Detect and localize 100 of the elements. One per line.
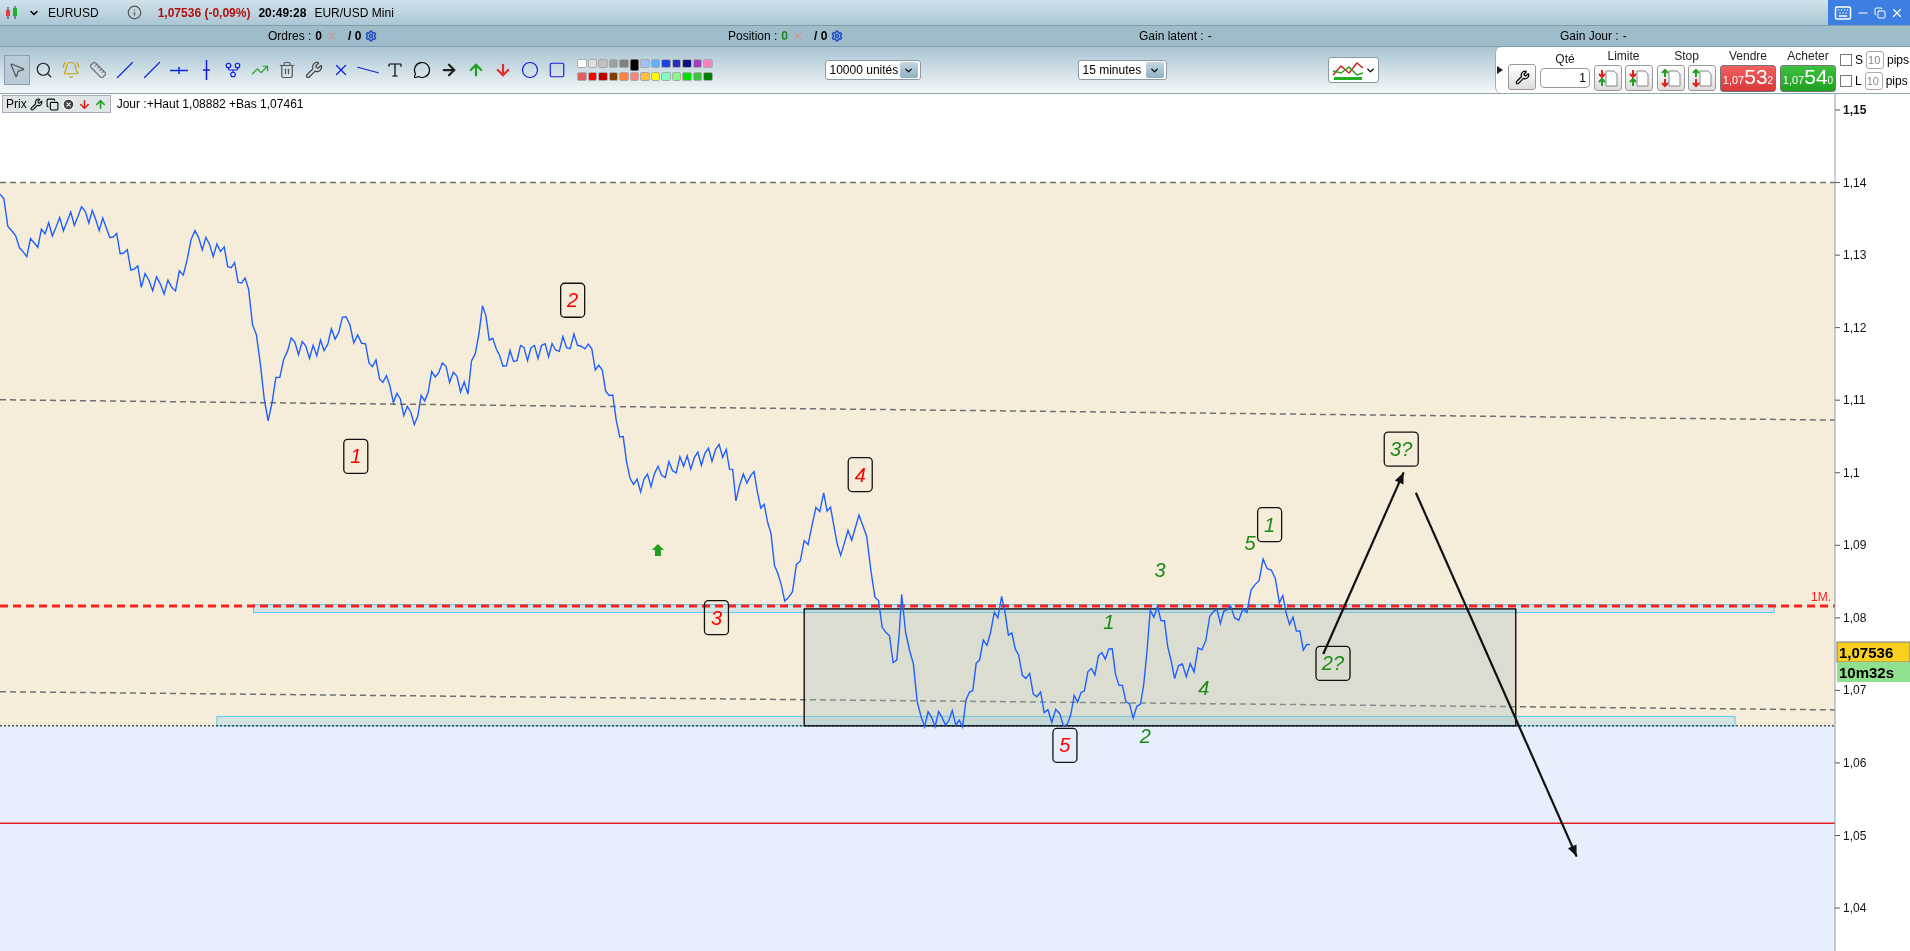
info-icon[interactable] bbox=[126, 5, 142, 20]
axis-tick-label: 1,07 bbox=[1843, 683, 1867, 698]
status-total: / 0 bbox=[348, 29, 362, 43]
color-swatch[interactable] bbox=[577, 59, 587, 68]
pointer-icon bbox=[8, 61, 26, 79]
color-swatch[interactable] bbox=[629, 59, 639, 71]
color-swatch[interactable] bbox=[703, 72, 713, 81]
axis-tick-label: 1,14 bbox=[1843, 175, 1867, 190]
axis-tick-label: 1,15 bbox=[1843, 103, 1867, 117]
wave-label: 5 bbox=[1244, 531, 1256, 554]
color-swatch[interactable] bbox=[671, 72, 681, 81]
quantity-select[interactable]: 10000 unités bbox=[824, 60, 921, 80]
status-label: Gain Jour : bbox=[1560, 29, 1619, 43]
wave-label: 4 bbox=[847, 456, 873, 493]
ruler-icon bbox=[89, 61, 107, 79]
arrow-down-icon[interactable] bbox=[77, 97, 91, 111]
day-range-info: Jour :+Haut 1,08882 +Bas 1,07461 bbox=[116, 97, 304, 111]
color-swatch[interactable] bbox=[703, 59, 713, 68]
color-swatch[interactable] bbox=[598, 72, 608, 81]
color-swatch[interactable] bbox=[682, 59, 692, 68]
text-icon bbox=[386, 61, 404, 79]
status-total: / 0 bbox=[814, 29, 828, 43]
limit-order-button[interactable] bbox=[1625, 65, 1653, 91]
candlestick-icon bbox=[4, 4, 20, 21]
checkbox[interactable] bbox=[1840, 74, 1852, 87]
wave-label: 5 bbox=[1052, 727, 1078, 764]
color-swatch[interactable] bbox=[640, 72, 650, 81]
expand-arrow-icon[interactable] bbox=[1496, 65, 1504, 75]
color-swatch[interactable] bbox=[598, 59, 608, 68]
rectangle-icon bbox=[548, 61, 566, 79]
wave-label: 2 bbox=[560, 282, 586, 318]
color-swatch[interactable] bbox=[577, 72, 587, 81]
symbol-name[interactable]: EURUSD bbox=[48, 5, 99, 20]
wave-label: 4 bbox=[1198, 677, 1210, 700]
color-swatch[interactable] bbox=[629, 72, 639, 81]
indicators-button[interactable] bbox=[1327, 57, 1379, 83]
trade-label: Vendre bbox=[1728, 48, 1767, 63]
wave-label: 3 bbox=[1154, 558, 1166, 581]
color-swatch[interactable] bbox=[608, 59, 618, 68]
close-icon[interactable] bbox=[61, 97, 75, 111]
limit-order-button[interactable] bbox=[1594, 65, 1622, 91]
color-swatch[interactable] bbox=[608, 72, 618, 81]
wave-label: 1 bbox=[343, 438, 369, 475]
axis-tick-label: 1,11 bbox=[1843, 393, 1866, 408]
color-swatch[interactable] bbox=[640, 59, 650, 68]
search-icon bbox=[35, 61, 53, 79]
option-label: L bbox=[1855, 73, 1862, 88]
stop-order-button[interactable] bbox=[1657, 65, 1685, 91]
checkbox[interactable] bbox=[1840, 53, 1852, 66]
indicator-chart-icon bbox=[1330, 59, 1365, 81]
settings-button[interactable] bbox=[1508, 64, 1536, 90]
line-icon bbox=[143, 61, 161, 79]
color-swatch[interactable] bbox=[692, 72, 702, 81]
quote-change: 1,07536 (-0,09%) bbox=[157, 5, 251, 20]
color-swatch[interactable] bbox=[671, 59, 681, 68]
quantity-field[interactable]: 1 bbox=[1540, 68, 1590, 88]
status-value: - bbox=[1207, 29, 1212, 43]
period-select[interactable]: 15 minutes bbox=[1077, 60, 1167, 80]
axis-tick-label: 1,09 bbox=[1843, 538, 1867, 553]
quantity-label: Qté bbox=[1555, 52, 1575, 66]
gear-icon[interactable] bbox=[365, 30, 378, 42]
wrench-icon[interactable] bbox=[29, 97, 43, 111]
chart-panel-tab[interactable]: Prix bbox=[2, 95, 111, 113]
color-swatch[interactable] bbox=[650, 59, 660, 68]
countdown-tag: 10m32s bbox=[1837, 662, 1910, 683]
color-swatch[interactable] bbox=[619, 59, 629, 68]
color-swatch[interactable] bbox=[587, 59, 597, 68]
axis-tick-label: 1,08 bbox=[1843, 610, 1867, 625]
arrow-up-icon[interactable] bbox=[93, 97, 107, 111]
order-arrows-icon bbox=[1629, 68, 1649, 88]
color-swatch[interactable] bbox=[587, 72, 597, 81]
instrument-name: EUR/USD Mini bbox=[314, 5, 394, 20]
arrow-right-icon bbox=[440, 61, 458, 79]
wave-label: 3? bbox=[1383, 431, 1419, 467]
color-swatch[interactable] bbox=[692, 59, 702, 68]
color-swatch[interactable] bbox=[661, 72, 671, 81]
gear-icon[interactable] bbox=[831, 30, 844, 42]
restore-icon[interactable] bbox=[45, 97, 59, 111]
wrench-icon bbox=[1514, 69, 1530, 85]
option-label: S bbox=[1855, 52, 1863, 67]
color-swatch[interactable] bbox=[650, 72, 660, 81]
order-arrows-icon bbox=[1692, 68, 1712, 88]
segment-icon bbox=[116, 61, 134, 79]
axis-tick-label: 1,13 bbox=[1843, 248, 1867, 263]
wave-label: 2? bbox=[1315, 645, 1351, 682]
arrow-down-icon bbox=[494, 61, 512, 79]
color-swatch[interactable] bbox=[682, 72, 692, 81]
color-swatch[interactable] bbox=[661, 59, 671, 68]
wave-label: 1 bbox=[1103, 611, 1115, 633]
speech-bubble-icon bbox=[413, 61, 431, 79]
axis-tick-label: 1,05 bbox=[1843, 828, 1867, 843]
color-swatch[interactable] bbox=[619, 72, 629, 81]
wrench-icon bbox=[305, 61, 323, 79]
stop-order-button[interactable] bbox=[1688, 65, 1716, 91]
pips-field[interactable]: 10 bbox=[1864, 71, 1883, 90]
trash-icon bbox=[278, 61, 296, 79]
quote-time: 20:49:28 bbox=[258, 5, 307, 20]
status-label: Position : bbox=[728, 29, 778, 43]
keyboard-icon[interactable] bbox=[1834, 3, 1852, 22]
pips-field[interactable]: 10 bbox=[1866, 50, 1884, 69]
